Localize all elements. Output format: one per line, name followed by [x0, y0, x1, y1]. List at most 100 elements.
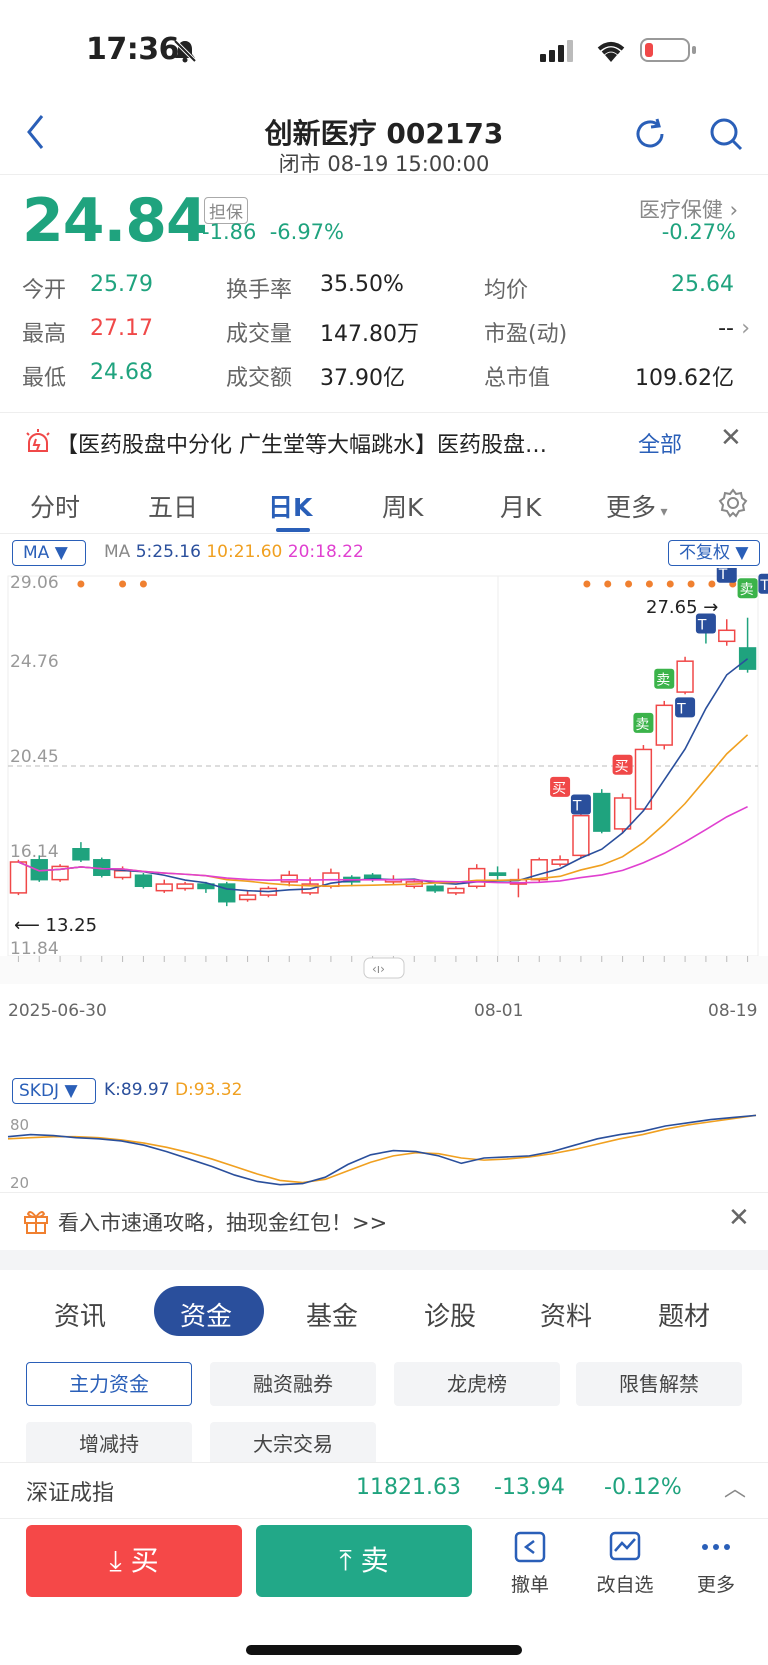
k-line [7, 1114, 757, 1186]
tab-weekly-k[interactable]: 周K [382, 488, 423, 524]
cancel-order-label: 撤单 [510, 1574, 549, 1596]
low-annotation: ⟵ 13.25 [14, 915, 97, 936]
candle-body [72, 848, 90, 861]
skdj-chart: 80 20 [7, 1114, 757, 1192]
section-tab-diagnose[interactable]: 诊股 [424, 1296, 476, 1333]
tab-daily-k[interactable]: 日K [268, 488, 312, 524]
home-indicator [246, 1645, 522, 1655]
stat-label: 最低 [22, 366, 67, 391]
stat-label: 成交额 [226, 366, 293, 391]
news-banner[interactable]: 【医药股盘中分化 广生堂等大幅跳水】医药股盘… 全部 ✕ [0, 412, 768, 468]
promo-text: 看入市速通攻略，抽现金红包！>> [58, 1211, 388, 1235]
candle-body [738, 647, 757, 670]
divider [0, 174, 768, 175]
t-signal-text: T [759, 578, 768, 594]
candle-body [155, 883, 173, 892]
mute-bell-icon [173, 39, 197, 63]
section-tab-funds[interactable]: 资金 [180, 1296, 232, 1333]
tab-five-day[interactable]: 五日 [148, 488, 198, 524]
chevron-up-icon[interactable]: ︿ [724, 1471, 746, 1503]
edit-watchlist-button[interactable]: 改自选 [588, 1529, 662, 1597]
chevron-right-icon[interactable]: › [741, 316, 750, 341]
sell-signal-text: 卖 [656, 673, 670, 689]
stat-label: 换手率 [226, 278, 293, 303]
pill-holdings-change[interactable]: 增减持 [26, 1422, 192, 1466]
stat-label: 最高 [22, 322, 67, 347]
stat-value: 24.68 [90, 360, 153, 385]
stat-value: 27.17 [90, 316, 153, 341]
news-all-link[interactable]: 全部 [638, 427, 682, 459]
tab-more[interactable]: 更多 ▾ [606, 488, 668, 524]
d-line [7, 1114, 757, 1184]
signal-dot [77, 580, 85, 588]
tab-intraday[interactable]: 分时 [30, 488, 80, 524]
x-label-start: 2025-06-30 [8, 1001, 107, 1021]
pill-dragon-tiger[interactable]: 龙虎榜 [394, 1362, 560, 1406]
more-label: 更多 [696, 1574, 735, 1596]
index-bar[interactable]: 深证成指 11821.63 -13.94 -0.12% ︿ [0, 1462, 768, 1514]
section-tab-news[interactable]: 资讯 [54, 1296, 106, 1333]
signal-dot [583, 580, 591, 588]
stat-value: 147.80万 [320, 322, 419, 347]
cancel-order-button[interactable]: 撤单 [500, 1529, 560, 1597]
candle-body [655, 704, 673, 746]
section-gap [0, 1250, 768, 1270]
promo-banner[interactable]: 看入市速通攻略，抽现金红包！>> ✕ [0, 1192, 768, 1248]
sell-button[interactable]: ⤒ 卖 [256, 1525, 472, 1597]
caret-down-icon: ▼ [54, 543, 68, 563]
sell-signal-text: 卖 [740, 582, 754, 598]
indicator-selector[interactable]: SKDJ ▼ [12, 1078, 96, 1104]
buy-button[interactable]: ⤓ 买 [26, 1525, 242, 1597]
stat-value: 25.79 [90, 272, 153, 297]
section-tab-profile[interactable]: 资料 [540, 1296, 592, 1333]
more-dots-icon [702, 1544, 730, 1550]
candle-body [572, 814, 590, 857]
tab-monthly-k[interactable]: 月K [500, 488, 541, 524]
close-icon[interactable]: ✕ [728, 1203, 750, 1233]
candle-body [593, 792, 611, 832]
section-tab-fund[interactable]: 基金 [306, 1296, 358, 1333]
pill-block-trade[interactable]: 大宗交易 [210, 1422, 376, 1466]
battery-icon [640, 38, 696, 62]
y-tick-label: 24.76 [10, 652, 59, 672]
indicator-d: D:93.32 [174, 1080, 243, 1100]
ma-label: MA [104, 542, 131, 562]
indicator-name: SKDJ [19, 1081, 60, 1101]
refresh-button[interactable] [630, 114, 670, 158]
section-tab-theme[interactable]: 题材 [658, 1296, 710, 1333]
candle-body [280, 874, 298, 883]
ma5-value: 5:25.16 [135, 542, 201, 562]
candlestick-chart[interactable]: 29.0624.7620.4516.1411.84买T买卖卖TTT卖T卖27.6… [0, 568, 768, 1068]
pill-main-funds[interactable]: 主力资金 [26, 1362, 192, 1406]
candle-body [488, 872, 507, 876]
status-time: 17:36 [86, 32, 180, 67]
t-signal-text: T [572, 798, 582, 814]
alarm-icon [26, 429, 50, 452]
stat-label: 总市值 [484, 366, 551, 391]
signal-dot [119, 580, 127, 588]
fq-selector[interactable]: 不复权 ▼ [668, 540, 760, 566]
gift-icon [24, 1211, 48, 1234]
signal-dot [645, 580, 653, 588]
gear-icon[interactable] [718, 488, 748, 518]
signal-dot [687, 580, 695, 588]
more-button[interactable]: 更多 [686, 1529, 746, 1597]
close-icon[interactable]: ✕ [720, 423, 742, 453]
fq-selector-label: 不复权 [679, 543, 730, 563]
chart-edit-icon [609, 1531, 641, 1561]
signal-dot [625, 580, 633, 588]
trade-bar: ⤓ 买 ⤒ 卖 撤单 改自选 更多 [0, 1518, 768, 1638]
pill-lockup[interactable]: 限售解禁 [576, 1362, 742, 1406]
stat-value: -- [718, 316, 734, 341]
ma-selector[interactable]: MA ▼ [12, 540, 86, 566]
caret-down-icon: ▾ [656, 504, 668, 520]
pill-margin[interactable]: 融资融券 [210, 1362, 376, 1406]
y-tick-label: 20.45 [10, 747, 59, 767]
signal-icon [540, 40, 573, 62]
search-button[interactable] [706, 114, 746, 158]
t-signal-text: T [718, 568, 728, 583]
change-value: -1.86 [202, 220, 257, 244]
info-section: 资讯 资金 基金 诊股 资料 题材 主力资金 融资融券 龙虎榜 限售解禁 增减持… [0, 1270, 768, 1466]
chart-tabs: 分时 五日 日K 周K 月K 更多 ▾ [0, 470, 768, 534]
candle-body [426, 885, 444, 892]
